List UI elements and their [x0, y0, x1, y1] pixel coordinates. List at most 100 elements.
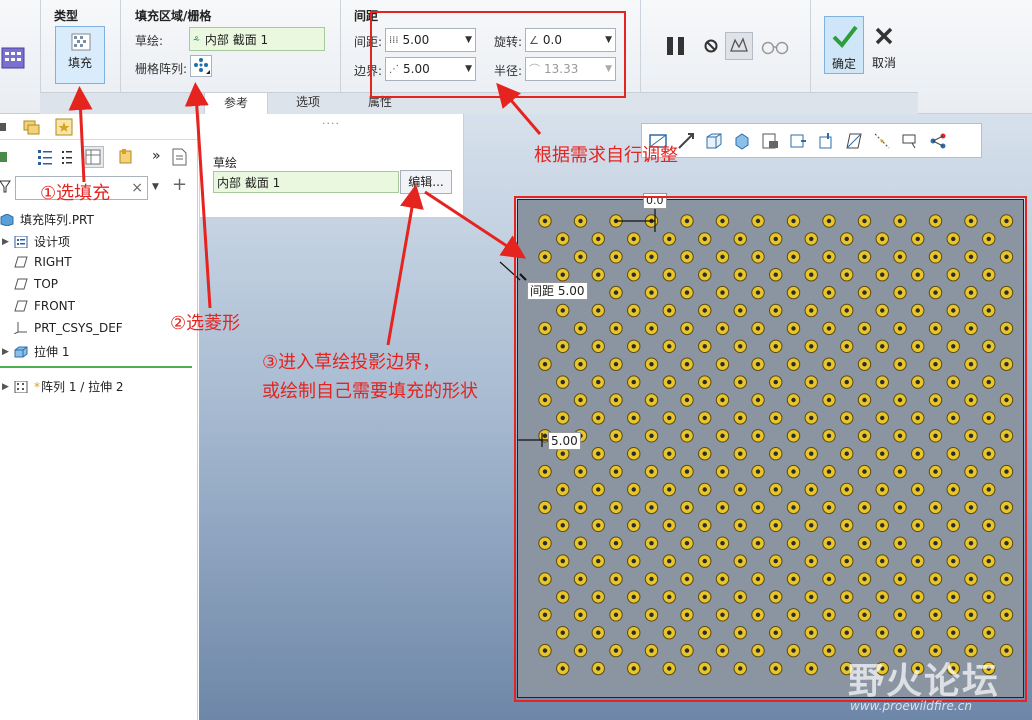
filter-icon[interactable]	[0, 178, 12, 194]
ref-sketch-collector[interactable]: 内部 截面 1	[213, 171, 399, 193]
tree-item-design-items[interactable]: ▶ 设计项	[2, 233, 70, 250]
stop-icon	[704, 39, 718, 53]
zoom-icon[interactable]	[676, 131, 696, 151]
tree-item-pattern-1[interactable]: ▶ * 阵列 1 / 拉伸 2	[2, 378, 124, 395]
tree-item-front-plane[interactable]: FRONT	[14, 299, 75, 313]
pause-icon	[667, 37, 684, 55]
sketch-value: 内部 截面 1	[204, 32, 269, 47]
annotation-step3-line2: 或绘制自己需要填充的形状	[262, 381, 478, 402]
references-panel: .... 草绘 内部 截面 1 编辑...	[200, 114, 464, 218]
divider	[0, 139, 198, 140]
tree-item-right-plane[interactable]: RIGHT	[14, 255, 72, 269]
highlight-spacing-box	[370, 11, 626, 98]
ok-button[interactable]: 确定	[824, 16, 864, 74]
diamond-grid-icon	[194, 58, 210, 74]
axis-display-icon[interactable]	[872, 131, 892, 151]
tree-item-top-plane[interactable]: TOP	[14, 277, 58, 291]
insert-here-marker[interactable]	[0, 366, 192, 368]
show-features-icon[interactable]	[117, 148, 135, 166]
expand-icon[interactable]: ▶	[2, 347, 14, 357]
ref-sketch-value: 内部 截面 1	[217, 175, 281, 190]
tree-columns-icon[interactable]	[60, 148, 74, 166]
panel-drag-handle[interactable]: ....	[322, 114, 340, 127]
tree-item-label: FRONT	[34, 299, 75, 313]
saved-views-icon[interactable]	[732, 131, 752, 151]
view-toolbar	[641, 123, 982, 158]
no-preview-button[interactable]	[703, 38, 719, 54]
chevron-down-icon[interactable]: ▼	[152, 182, 162, 192]
fill-type-button[interactable]: 填充	[55, 26, 105, 84]
csys-display-icon[interactable]	[928, 131, 948, 151]
watermark-brand: 野火论坛	[848, 661, 1001, 702]
watermark-url: www.proewildfire.cn	[850, 699, 972, 713]
tree-filter-table-icon[interactable]	[82, 146, 104, 168]
annotation-step1: ①选填充	[40, 183, 111, 204]
view-manager-icon[interactable]	[760, 131, 780, 151]
clear-icon[interactable]: ×	[131, 180, 143, 196]
extrude-icon	[14, 346, 28, 357]
folder-browser-icon[interactable]	[23, 118, 41, 136]
new-feature-star-icon: *	[34, 379, 40, 394]
pause-button[interactable]	[665, 35, 687, 57]
favorites-icon[interactable]	[55, 118, 73, 136]
cancel-button[interactable]: 取消	[866, 16, 902, 74]
diamond-grid-button[interactable]	[190, 55, 212, 77]
tree-item-label: 拉伸 1	[34, 345, 70, 359]
tab-references[interactable]: 参考	[204, 92, 268, 114]
tree-item-label: 阵列 1 / 拉伸 2	[41, 380, 124, 394]
sketch-icon: ⸛	[193, 32, 200, 47]
tree-item-label: TOP	[34, 277, 59, 291]
glasses-icon	[761, 41, 789, 55]
tree-item-csys[interactable]: PRT_CSYS_DEF	[14, 321, 123, 335]
tree-item-label: PRT_CSYS_DEF	[34, 321, 123, 335]
feature-preview-icon	[730, 37, 748, 52]
sketch-label: 草绘:	[135, 34, 164, 48]
tree-item-label: 设计项	[34, 235, 71, 249]
ref-sketch-title: 草绘	[213, 156, 238, 170]
close-icon	[875, 27, 893, 45]
tree-item-label: RIGHT	[34, 255, 72, 269]
show-icon[interactable]	[0, 150, 8, 164]
annotation-step3-line1: ③进入草绘投影边界，	[262, 352, 441, 373]
expand-icon[interactable]: ▶	[2, 237, 14, 247]
model-tree-tab-icon[interactable]	[0, 120, 10, 134]
datum-plane-icon	[14, 300, 28, 312]
edit-sketch-button[interactable]: 编辑...	[400, 170, 452, 194]
display-style-icon[interactable]	[788, 131, 808, 151]
add-icon[interactable]: +	[172, 176, 188, 194]
verify-glasses-button[interactable]	[760, 38, 790, 56]
tree-item-label: 填充阵列.PRT	[20, 213, 94, 227]
design-items-icon	[14, 235, 28, 248]
ribbon-divider	[120, 0, 121, 92]
grid-label: 栅格阵列:	[135, 62, 188, 76]
annotation-step2: ②选菱形	[170, 313, 241, 334]
tree-settings-icon[interactable]	[36, 148, 54, 166]
datum-display-icon[interactable]	[816, 131, 836, 151]
ok-label: 确定	[831, 57, 856, 71]
more-icon[interactable]: »	[152, 148, 162, 164]
tree-item-extrude-1[interactable]: ▶ 拉伸 1	[2, 343, 69, 360]
part-icon	[0, 213, 14, 226]
highlight-part-box	[514, 196, 1027, 702]
sketch-collector[interactable]: ⸛ 内部 截面 1	[189, 27, 325, 51]
tab-options[interactable]: 选项	[276, 92, 340, 114]
feature-grid-icon[interactable]	[0, 44, 26, 72]
expand-icon[interactable]: ▶	[2, 382, 14, 392]
feature-preview-button[interactable]	[725, 32, 753, 60]
plane-display-icon[interactable]	[844, 131, 864, 151]
fill-type-label: 填充	[67, 56, 92, 70]
datum-plane-icon	[14, 256, 28, 268]
repaint-icon[interactable]	[704, 131, 724, 151]
fill-pattern-icon	[71, 33, 91, 51]
pattern-icon	[14, 380, 28, 393]
check-icon	[832, 25, 858, 49]
tree-item-part[interactable]: 填充阵列.PRT	[0, 211, 94, 228]
ribbon-divider	[340, 0, 341, 92]
coordinate-system-icon	[14, 322, 27, 334]
cancel-label: 取消	[871, 56, 896, 70]
type-group-title: 类型	[54, 9, 79, 23]
datum-plane-icon	[14, 278, 28, 290]
region-group-title: 填充区域/栅格	[135, 9, 212, 23]
document-icon[interactable]	[170, 147, 188, 167]
point-display-icon[interactable]	[900, 131, 920, 151]
